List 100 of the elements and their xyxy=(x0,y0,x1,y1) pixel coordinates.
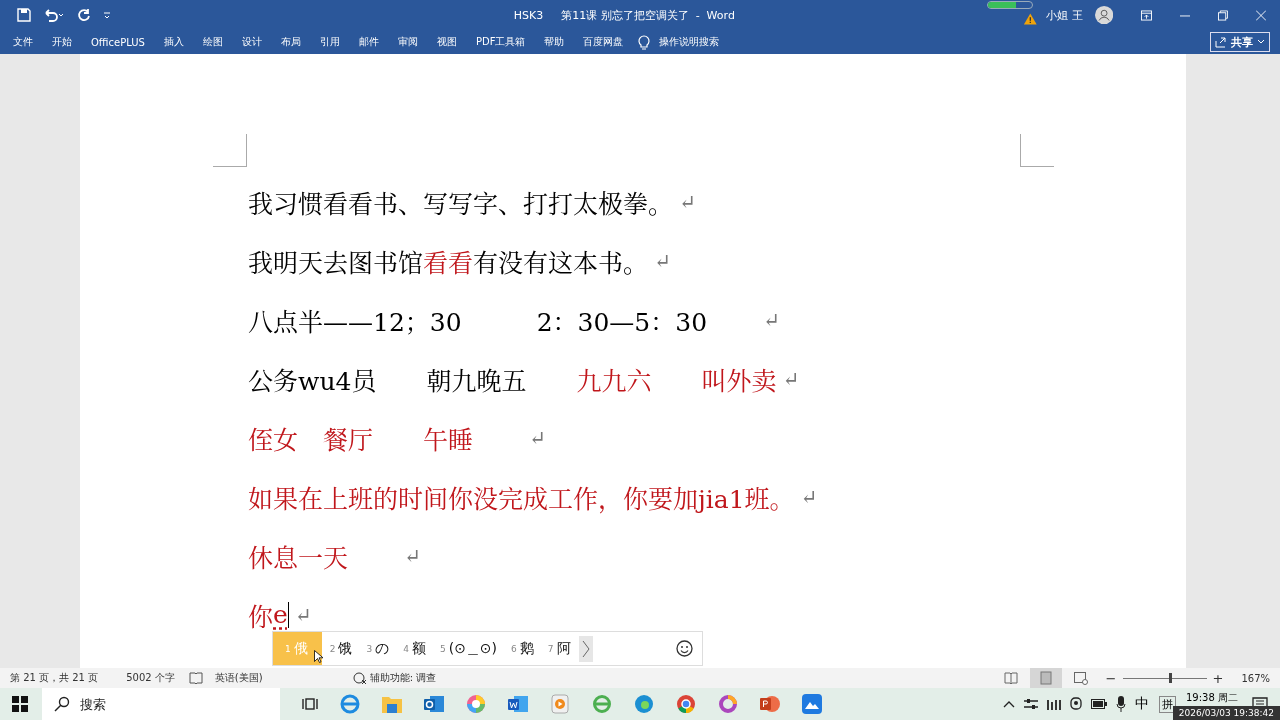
color-ring-icon[interactable] xyxy=(718,694,738,714)
clock[interactable]: 19:38 周二 xyxy=(1186,691,1238,705)
chrome-icon[interactable] xyxy=(676,694,696,714)
ribbon-tab[interactable]: 设计 xyxy=(241,35,262,49)
window-title: 第11课 别忘了把空调关了 - Word xyxy=(561,7,735,23)
ribbon-tab[interactable]: 帮助 xyxy=(544,35,565,49)
language-status[interactable]: 英语(美国) xyxy=(214,671,263,685)
restore-icon[interactable] xyxy=(1217,9,1228,21)
ime-candidate[interactable]: 6 鹅 xyxy=(505,632,540,665)
ribbon-tab[interactable]: 布局 xyxy=(280,35,301,49)
document-text: 看看 xyxy=(423,247,474,279)
page-count[interactable]: 第 21 页，共 21 页 xyxy=(10,671,99,685)
document-text: 侄女 xyxy=(248,424,298,456)
browser-icon[interactable] xyxy=(340,694,360,714)
zoom-percent[interactable]: 167% xyxy=(1241,672,1270,684)
print-layout-icon[interactable] xyxy=(1029,668,1062,688)
lightbulb-icon[interactable] xyxy=(638,34,651,50)
document-text: 午睡 xyxy=(422,424,475,456)
document-text: 如果在上班的时间你没完成工作，你要加jia1班。 xyxy=(248,483,795,515)
ribbon-tab[interactable]: 审阅 xyxy=(397,35,418,49)
powerpoint-icon[interactable] xyxy=(760,694,780,714)
edge-browser-icon[interactable] xyxy=(634,694,654,714)
document-text: 八点半——12；30 xyxy=(248,306,462,338)
emoji-icon[interactable] xyxy=(676,640,693,657)
document-text: 九九六 xyxy=(575,365,652,397)
zoom-in-button[interactable]: + xyxy=(1212,670,1224,686)
accessibility-icon[interactable] xyxy=(352,671,367,685)
document-text: 我习惯看看书、写写字、打打太极拳。 xyxy=(248,188,673,220)
word-app-icon[interactable] xyxy=(508,695,528,713)
zoom-out-button[interactable]: − xyxy=(1105,670,1117,686)
ribbon-tab[interactable]: 引用 xyxy=(319,35,340,49)
bars-icon[interactable] xyxy=(1047,698,1061,710)
chevron-up-icon[interactable] xyxy=(1003,700,1015,708)
save-icon[interactable] xyxy=(17,8,31,22)
datetime-tooltip: 2026/03/03 19:38:42 xyxy=(1172,706,1280,720)
windows-start-icon[interactable] xyxy=(12,696,28,712)
ime-candidate[interactable]: 4 额 xyxy=(397,632,432,665)
undo-icon[interactable] xyxy=(43,8,65,22)
document-text: 朝九晚五 xyxy=(425,365,527,397)
avatar-icon[interactable] xyxy=(1094,5,1113,25)
task-view-icon[interactable] xyxy=(302,696,318,712)
paragraph-mark: ↵ xyxy=(654,248,671,273)
document-text: 你 xyxy=(248,601,273,633)
warning-icon[interactable] xyxy=(1022,12,1038,26)
cloud-app-icon[interactable] xyxy=(802,694,822,714)
ribbon-tab[interactable]: 开始 xyxy=(52,35,72,49)
paragraph-mark: ↵ xyxy=(763,307,780,332)
document-name: HSK3 xyxy=(513,8,544,22)
webcam-icon[interactable] xyxy=(1070,697,1082,711)
ribbon-tab[interactable]: 插入 xyxy=(163,35,184,49)
crop-mark xyxy=(213,134,247,167)
folder-icon[interactable] xyxy=(382,695,402,713)
ribbon-tab[interactable]: 文件 xyxy=(13,35,33,49)
zoom-thumb[interactable] xyxy=(1168,672,1172,683)
color-wheel-icon[interactable] xyxy=(466,694,486,714)
crop-mark xyxy=(1020,134,1054,167)
ime-candidate[interactable]: 2 饿 xyxy=(323,632,359,665)
paragraph-mark: ↵ xyxy=(679,189,696,214)
ribbon-tab[interactable]: PDF工具箱 xyxy=(475,35,526,49)
tell-me-search[interactable]: 操作说明搜索 xyxy=(659,35,720,49)
search-box[interactable]: 搜索 xyxy=(42,688,280,720)
ribbon-tab[interactable]: 视图 xyxy=(436,35,457,49)
caret-icon xyxy=(1257,39,1265,45)
mail-app-icon[interactable] xyxy=(424,695,444,713)
accessibility-status[interactable]: 辅助功能: 调查 xyxy=(369,671,437,685)
document-text: 餐厅 xyxy=(322,424,374,456)
user-name[interactable]: 小姐 王 xyxy=(1046,7,1083,23)
ribbon-display-icon[interactable] xyxy=(1140,9,1152,21)
document-text: 公务wu4员 xyxy=(248,365,377,397)
paragraph-mark: ↵ xyxy=(294,602,312,627)
proofing-icon[interactable] xyxy=(188,672,203,684)
word-count[interactable]: 5002 个字 xyxy=(126,671,175,685)
ime-candidate[interactable]: 7 阿 xyxy=(541,632,577,665)
microphone-icon[interactable] xyxy=(1116,696,1126,712)
paragraph-mark: ↵ xyxy=(404,543,421,568)
web-layout-icon[interactable] xyxy=(1073,671,1088,685)
close-icon[interactable] xyxy=(1255,9,1266,21)
ribbon-tab[interactable]: 绘图 xyxy=(202,35,223,49)
mouse-pointer-icon xyxy=(314,650,323,663)
paragraph-mark: ↵ xyxy=(800,484,818,509)
search-icon[interactable] xyxy=(54,696,70,712)
redo-icon[interactable] xyxy=(77,8,91,22)
ribbon-tab[interactable]: OfficePLUS xyxy=(91,36,145,48)
document-text: 2：30—5：30 xyxy=(535,306,709,338)
ribbon-tab[interactable]: 百度网盘 xyxy=(583,35,624,49)
ime-candidate[interactable]: 3 の xyxy=(360,632,396,665)
next-page-icon[interactable] xyxy=(578,635,593,662)
ime-candidate[interactable]: 5 (⊙＿⊙) xyxy=(433,632,504,665)
document-text: 我明天去图书馆 xyxy=(248,247,423,279)
customize-icon[interactable] xyxy=(103,11,111,19)
share-button[interactable]: 共享 xyxy=(1210,32,1270,52)
settings-sliders-icon[interactable] xyxy=(1024,698,1038,710)
document-text: 有没有这本书。 xyxy=(473,247,649,279)
read-mode-icon[interactable] xyxy=(1003,672,1018,684)
search-input[interactable]: 搜索 xyxy=(78,695,262,713)
ribbon-tab[interactable]: 邮件 xyxy=(358,35,379,49)
battery-icon[interactable] xyxy=(1091,699,1107,709)
share-icon xyxy=(1215,36,1227,48)
paragraph-mark: ↵ xyxy=(529,425,546,450)
ime-mode[interactable]: 中 xyxy=(1135,695,1149,713)
